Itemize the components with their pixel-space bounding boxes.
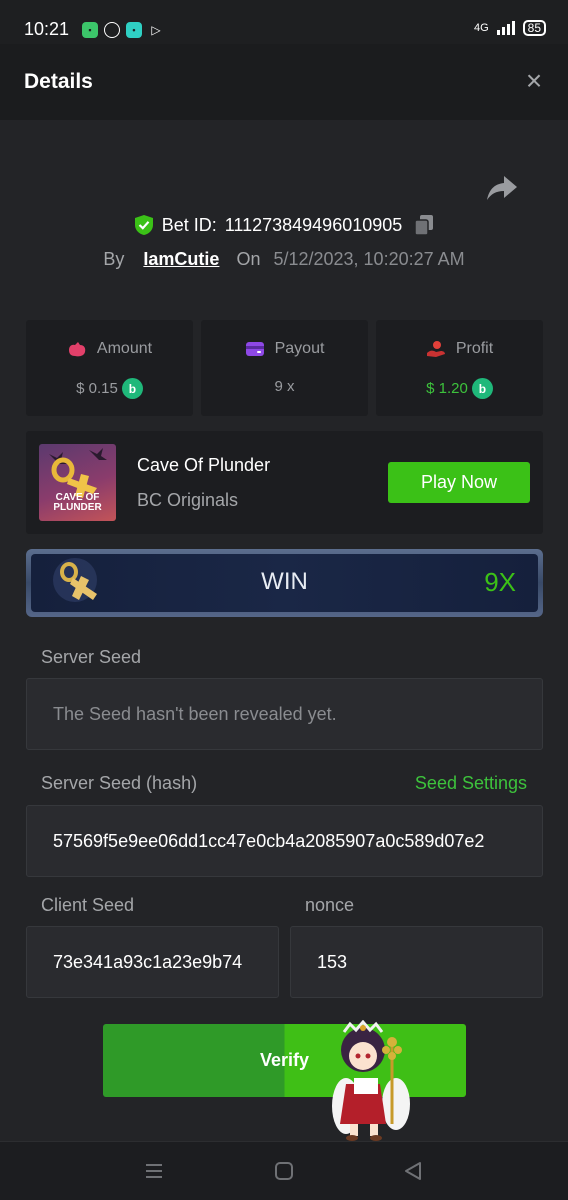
- network-type: 4G: [473, 22, 489, 34]
- server-hash-label: Server Seed (hash): [41, 773, 198, 793]
- play-store-icon: ▷: [151, 23, 161, 37]
- server-seed-field: The Seed hasn't been revealed yet.: [26, 678, 543, 750]
- amount-value: $ 0.15: [76, 380, 118, 397]
- money-bag-icon: [68, 342, 86, 357]
- bet-id-value: 111273849496010905: [224, 214, 403, 235]
- home-icon[interactable]: [273, 1160, 295, 1182]
- back-icon[interactable]: [402, 1160, 424, 1182]
- bet-id-label: Bet ID:: [161, 214, 217, 235]
- username-link[interactable]: IamCutie: [143, 249, 219, 269]
- status-bar: 10:21 ▪ • ▷ 4G 85: [0, 0, 568, 44]
- game-card: CAVE OF PLUNDER Cave Of Plunder BC Origi…: [26, 431, 543, 534]
- client-seed-label: Client Seed: [41, 895, 135, 915]
- coin-icon: b: [471, 378, 493, 399]
- notification-icons: ▪ • ▷: [82, 22, 164, 38]
- result-label: WIN: [261, 568, 308, 595]
- bet-byline: By IamCutie On 5/12/2023, 10:20:27 AM: [0, 249, 568, 270]
- server-hash-field[interactable]: 57569f5e9ee06dd1cc47e0cb4a2085907a0c589d…: [26, 805, 543, 877]
- nonce-field[interactable]: 153: [290, 926, 543, 998]
- client-seed-value: 73e341a93c1a23e9b74: [53, 952, 243, 972]
- status-right: 4G 85: [474, 20, 546, 36]
- profit-label: Profit: [455, 340, 494, 357]
- game-thumbnail[interactable]: CAVE OF PLUNDER: [39, 444, 116, 521]
- system-nav-bar: [0, 1141, 568, 1200]
- share-icon[interactable]: [486, 174, 518, 202]
- server-hash-value: 57569f5e9ee06dd1cc47e0cb4a2085907a0c589d…: [53, 831, 485, 851]
- shield-check-icon: [134, 215, 153, 235]
- result-multiplier: 9X: [484, 567, 516, 597]
- page-title: Details: [24, 70, 93, 93]
- nonce-value: 153: [317, 952, 348, 972]
- mascot-character-icon: [332, 1020, 410, 1141]
- game-name: Cave Of Plunder: [137, 455, 271, 475]
- seed-settings-link[interactable]: Seed Settings: [415, 773, 527, 794]
- details-header: Details ×: [0, 44, 568, 120]
- chat-notification-icon: •: [126, 22, 142, 38]
- menu-icon[interactable]: [143, 1160, 165, 1182]
- wallet-icon: [245, 342, 264, 356]
- server-seed-value: The Seed hasn't been revealed yet.: [53, 704, 337, 724]
- amount-label: Amount: [96, 340, 153, 357]
- profit-value: $ 1.20: [426, 380, 468, 397]
- result-banner: WIN 9X: [26, 549, 543, 617]
- payout-value: 9 x: [274, 378, 295, 395]
- payout-label: Payout: [274, 340, 325, 357]
- on-label: On: [236, 249, 261, 269]
- coin-icon: b: [121, 378, 143, 399]
- bet-id-row: Bet ID: 111273849496010905: [0, 214, 568, 236]
- close-button[interactable]: ×: [522, 67, 546, 95]
- client-seed-field[interactable]: 73e341a93c1a23e9b74: [26, 926, 279, 998]
- bet-datetime: 5/12/2023, 10:20:27 AM: [273, 249, 465, 269]
- battery-indicator: 85: [522, 20, 546, 36]
- amount-card: Amount $ 0.15 b: [26, 320, 193, 416]
- game-thumb-title: CAVE OF PLUNDER: [53, 492, 102, 513]
- nonce-label: nonce: [305, 895, 355, 915]
- hand-coin-icon: [426, 341, 445, 357]
- app-notification-icon: ▪: [82, 22, 98, 38]
- play-now-button[interactable]: Play Now: [388, 462, 530, 503]
- profit-card: Profit $ 1.20 b: [376, 320, 543, 416]
- payout-card: Payout 9 x: [201, 320, 368, 416]
- status-time: 10:21: [24, 19, 70, 39]
- signal-bars-icon: [496, 21, 515, 35]
- copy-icon[interactable]: [414, 214, 434, 236]
- server-seed-label: Server Seed: [41, 647, 142, 667]
- game-provider: BC Originals: [137, 490, 239, 510]
- sync-icon: [104, 22, 120, 38]
- by-label: By: [103, 249, 125, 269]
